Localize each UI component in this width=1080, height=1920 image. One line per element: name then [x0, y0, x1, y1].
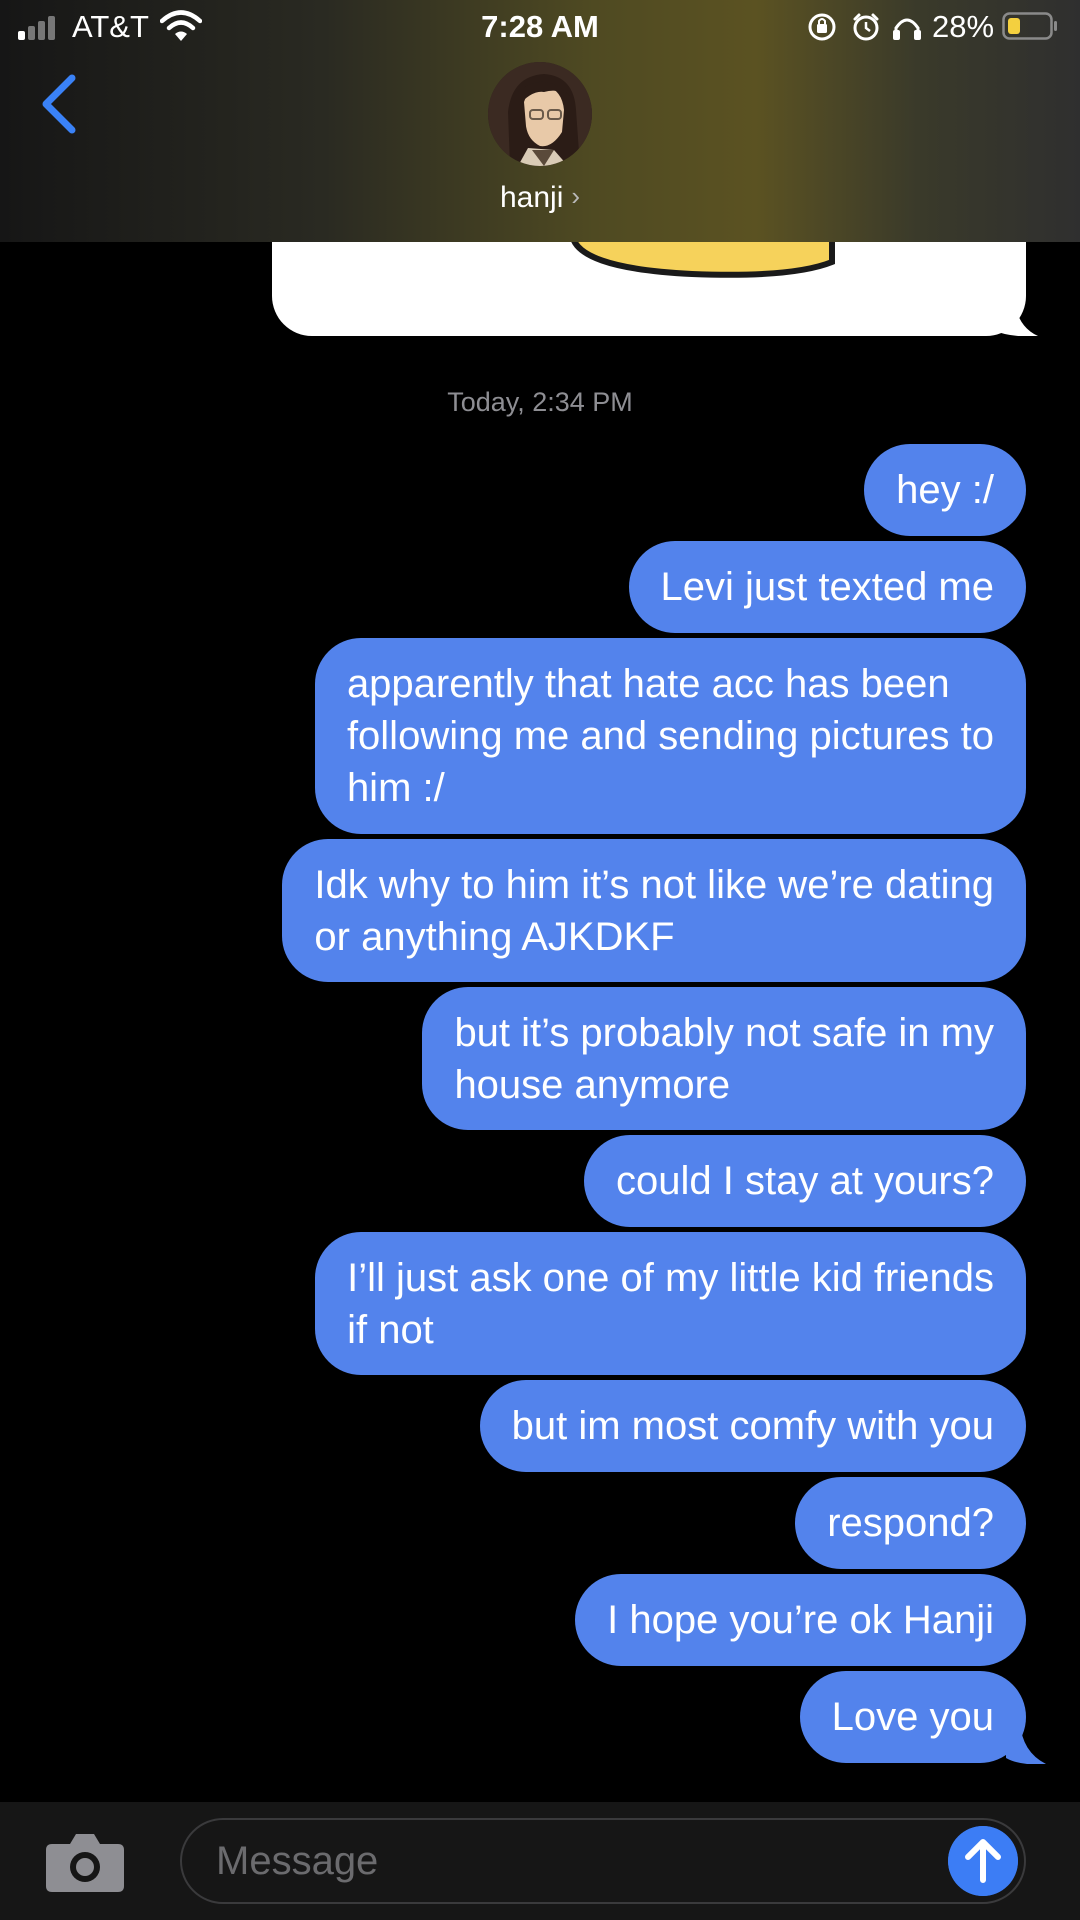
- message-bubble-2[interactable]: Levi just texted me: [628, 541, 1026, 633]
- message-bubble-9[interactable]: respond?: [795, 1477, 1026, 1569]
- message-input-bar: [0, 1802, 1080, 1920]
- message-bubble-4[interactable]: Idk why to him it’s not like we’re datin…: [282, 839, 1026, 982]
- status-icons: [808, 13, 921, 41]
- messages-app: Today, 2:34 PM hey :/ Levi just texted m…: [0, 0, 1080, 1920]
- message-input[interactable]: [180, 1818, 1026, 1904]
- message-bubble-7[interactable]: I’ll just ask one of my little kid frien…: [315, 1232, 1026, 1375]
- message-bubble-8[interactable]: but im most comfy with you: [479, 1380, 1026, 1472]
- conversation-timestamp: Today, 2:34 PM: [447, 387, 633, 417]
- status-bar: AT&T 7:28 AM 28%: [0, 0, 1080, 54]
- alarm-icon: [853, 13, 879, 41]
- message-bubble-5[interactable]: but it’s probably not safe in my house a…: [422, 987, 1026, 1130]
- arrow-up-icon[interactable]: [948, 1826, 1018, 1896]
- cartoon-image: [568, 229, 835, 278]
- message-bubble-3[interactable]: apparently that hate acc has been follow…: [314, 638, 1026, 834]
- back-button[interactable]: [34, 72, 84, 136]
- message-bubble-11[interactable]: Love you: [799, 1671, 1026, 1763]
- image-message-tail: [992, 296, 1038, 336]
- message-bubble-6[interactable]: could I stay at yours?: [584, 1135, 1026, 1227]
- conversation-header: AT&T 7:28 AM 28% hanji ›: [0, 0, 1080, 242]
- message-tail: [1006, 1722, 1046, 1764]
- contact-avatar[interactable]: [488, 62, 592, 166]
- message-bubble-10[interactable]: I hope you’re ok Hanji: [575, 1574, 1026, 1666]
- message-bubble-1[interactable]: hey :/: [864, 444, 1026, 536]
- orientation-lock-icon: [808, 13, 836, 41]
- contact-name: hanji: [499, 181, 564, 214]
- battery-icon: [1002, 12, 1057, 40]
- image-message[interactable]: [272, 229, 1026, 336]
- avatar-image: [488, 62, 592, 166]
- headphones-icon: [893, 18, 921, 40]
- camera-icon[interactable]: [44, 1830, 126, 1894]
- contact-name-button[interactable]: hanji ›: [0, 178, 1080, 216]
- battery-percentage: 28%: [932, 9, 995, 44]
- chevron-right-icon: ›: [571, 181, 581, 211]
